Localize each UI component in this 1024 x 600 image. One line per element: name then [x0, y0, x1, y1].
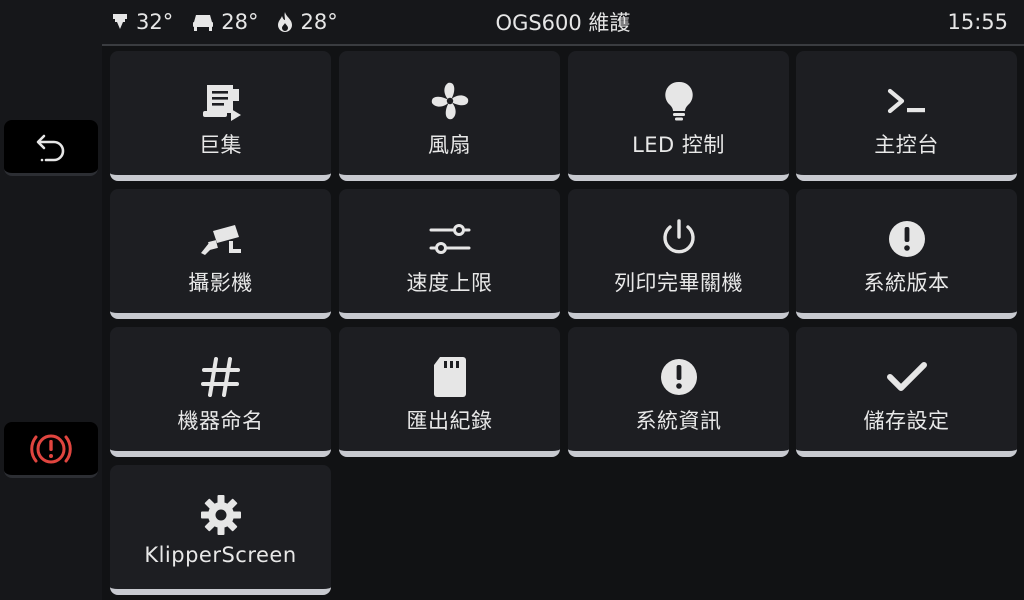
tile-label: 列印完畢關機: [614, 271, 743, 295]
screen: 32° 28° 28° OGS600 維護 15:55 巨集 風扇 LED 控制…: [0, 0, 1024, 600]
camera-icon: [200, 225, 241, 255]
fan-icon: [431, 82, 468, 120]
status-bar: 32° 28° 28° OGS600 維護 15:55: [102, 0, 1024, 46]
tile-label: 主控台: [874, 133, 939, 157]
macro-script-icon: [202, 85, 241, 121]
emergency-stop-icon: [30, 434, 72, 463]
lightbulb-icon: [664, 81, 693, 121]
tile-label: 攝影機: [188, 271, 253, 295]
action-bar: [0, 0, 102, 600]
tile-label: 儲存設定: [863, 409, 950, 433]
tile-label: 系統資訊: [635, 409, 722, 433]
tile-label: 機器命名: [177, 409, 264, 433]
sd-card-icon: [433, 357, 466, 397]
power-icon: [662, 219, 695, 254]
gear-icon: [200, 495, 241, 535]
hash-icon: [200, 357, 240, 397]
system-info-button[interactable]: 系統資訊: [568, 327, 789, 457]
led-control-button[interactable]: LED 控制: [568, 51, 789, 181]
speed-limit-button[interactable]: 速度上限: [339, 189, 560, 319]
save-config-button[interactable]: 儲存設定: [796, 327, 1017, 457]
tile-label: 速度上限: [406, 271, 493, 295]
shutdown-after-print-button[interactable]: 列印完畢關機: [568, 189, 789, 319]
printer-name-button[interactable]: 機器命名: [110, 327, 331, 457]
console-button[interactable]: 主控台: [796, 51, 1017, 181]
tile-label: 系統版本: [863, 271, 950, 295]
back-arrow-icon: [36, 134, 65, 161]
macros-button[interactable]: 巨集: [110, 51, 331, 181]
fan-button[interactable]: 風扇: [339, 51, 560, 181]
klipperscreen-settings-button[interactable]: KlipperScreen: [110, 465, 331, 595]
back-button[interactable]: [4, 120, 98, 176]
console-prompt-icon: [887, 88, 925, 114]
clock: 15:55: [947, 10, 1008, 34]
camera-button[interactable]: 攝影機: [110, 189, 331, 319]
alert-circle-icon: [660, 359, 697, 395]
checkmark-icon: [886, 362, 927, 391]
tile-label: 匯出紀錄: [406, 409, 493, 433]
tile-label: KlipperScreen: [144, 543, 297, 567]
page-title: OGS600 維護: [495, 11, 631, 35]
tile-label: 風扇: [428, 133, 471, 157]
tile-label: 巨集: [199, 133, 242, 157]
tile-label: LED 控制: [632, 133, 725, 157]
menu-grid: 巨集 風扇 LED 控制 主控台 攝影機 速度上限 列印完畢關機 系統版本 機器…: [102, 46, 1024, 600]
sliders-icon: [429, 224, 470, 254]
alert-circle-icon: [888, 221, 925, 257]
export-logs-button[interactable]: 匯出紀錄: [339, 327, 560, 457]
emergency-stop-button[interactable]: [4, 422, 98, 478]
system-version-button[interactable]: 系統版本: [796, 189, 1017, 319]
